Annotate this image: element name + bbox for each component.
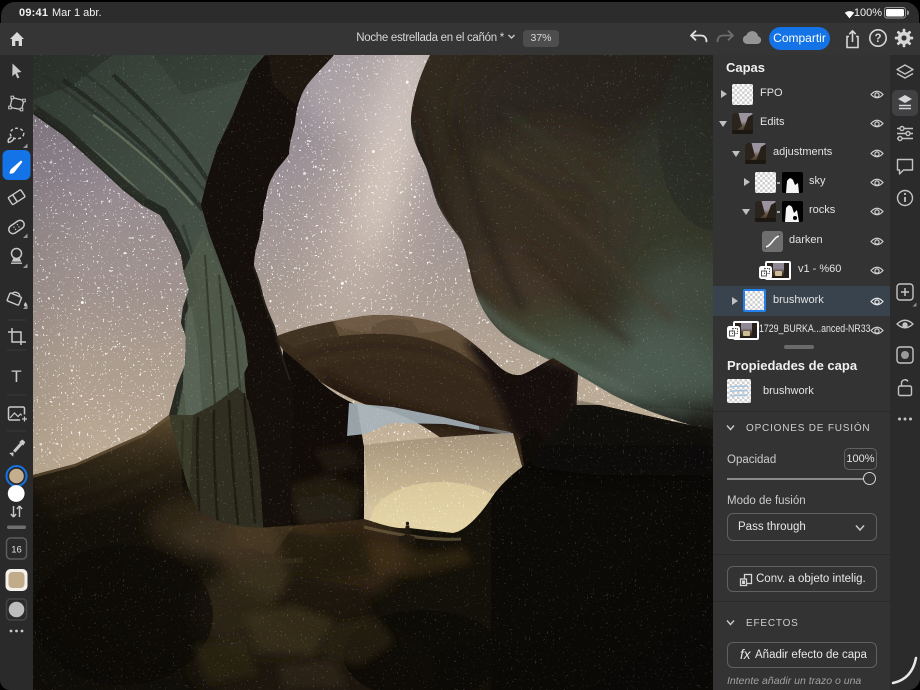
svg-text:?: ? (874, 33, 881, 45)
svg-text:16: 16 (11, 545, 22, 556)
svg-text:T: T (11, 367, 21, 386)
